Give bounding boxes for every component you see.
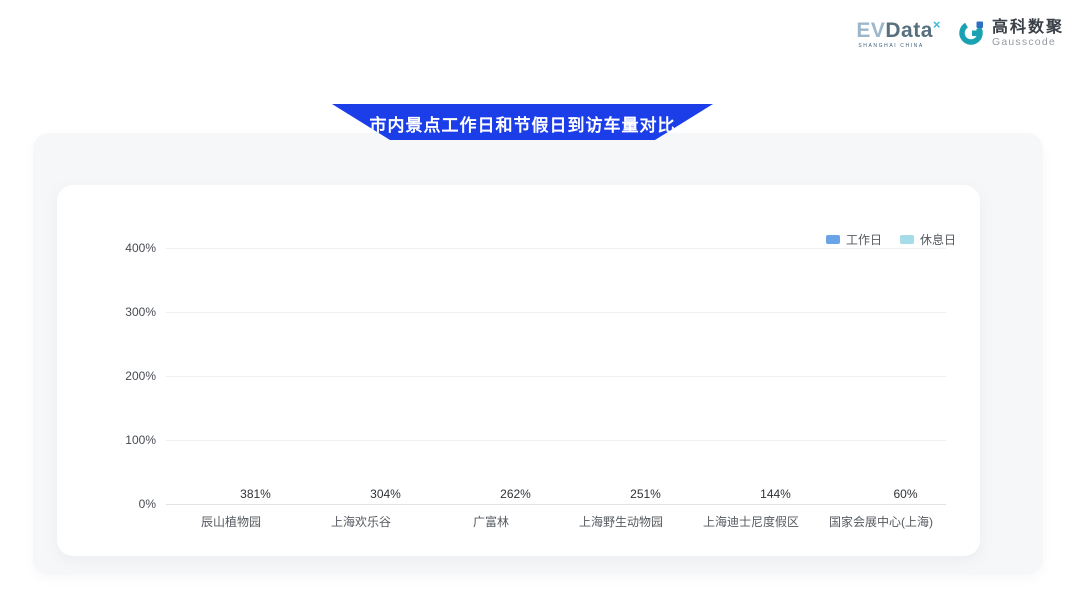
dashboard-panel: 工作日 休息日 400% 300% 200% 100% 0% 381%辰山植物园304%上… <box>33 133 1043 575</box>
bar-value-label: 304% <box>370 487 401 501</box>
evdata-x-mark: × <box>933 17 941 32</box>
bar-value-label: 144% <box>760 487 791 501</box>
gausscode-name-en: Gausscode <box>992 37 1064 49</box>
gausscode-text: 高科数聚 Gausscode <box>992 19 1064 48</box>
evdata-subtext: SHANGHAI CHINA <box>856 44 941 49</box>
bar-value-label: 381% <box>240 487 271 501</box>
chart-legend: 工作日 休息日 <box>826 231 956 248</box>
evdata-logo: EVData× SHANGHAI CHINA <box>856 18 941 49</box>
bar-group: 144%上海迪士尼度假区 <box>686 248 816 504</box>
bar-group: 60%国家会展中心(上海) <box>816 248 946 504</box>
bar-value-label: 251% <box>630 487 661 501</box>
legend-item-restday[interactable]: 休息日 <box>900 231 956 248</box>
gausscode-g-icon <box>957 19 985 47</box>
bar-value-label: 60% <box>893 487 917 501</box>
y-tick-label: 0% <box>57 497 156 511</box>
evdata-wordmark: EVData× <box>856 18 941 41</box>
y-tick-label: 200% <box>57 369 156 383</box>
logo-bar: EVData× SHANGHAI CHINA 高科数聚 Gausscode <box>856 18 1064 49</box>
legend-label-restday: 休息日 <box>920 231 956 248</box>
page-title: 市内景点工作日和节假日到访车量对比 <box>370 109 676 136</box>
gausscode-name-cn: 高科数聚 <box>992 19 1064 37</box>
y-tick-label: 100% <box>57 433 156 447</box>
legend-swatch-workday <box>826 235 840 244</box>
title-banner: 市内景点工作日和节假日到访车量对比 <box>332 104 713 140</box>
bar-group: 262%广富林 <box>426 248 556 504</box>
y-tick-label: 300% <box>57 305 156 319</box>
bar-group: 381%辰山植物园 <box>166 248 296 504</box>
bar-group: 304%上海欢乐谷 <box>296 248 426 504</box>
gausscode-logo: 高科数聚 Gausscode <box>957 19 1064 48</box>
y-axis: 400%300%200%100%0% <box>57 248 156 504</box>
y-tick-label: 400% <box>57 241 156 255</box>
chart-card: 工作日 休息日 400% 300% 200% 100% 0% 381%辰山植物园304%上… <box>57 185 980 556</box>
category-label: 国家会展中心(上海) <box>796 513 966 530</box>
bar-groups: 381%辰山植物园304%上海欢乐谷262%广富林251%上海野生动物园144%… <box>166 248 946 504</box>
bar-group: 251%上海野生动物园 <box>556 248 686 504</box>
evdata-data-text: Data <box>885 19 933 42</box>
legend-label-workday: 工作日 <box>846 231 882 248</box>
legend-item-workday[interactable]: 工作日 <box>826 231 882 248</box>
bar-value-label: 262% <box>500 487 531 501</box>
legend-swatch-restday <box>900 235 914 244</box>
evdata-ev-text: EV <box>856 19 885 42</box>
plot-area: 381%辰山植物园304%上海欢乐谷262%广富林251%上海野生动物园144%… <box>166 248 946 504</box>
gridline <box>166 504 946 505</box>
page: EVData× SHANGHAI CHINA 高科数聚 Gausscode 市内… <box>0 0 1080 608</box>
